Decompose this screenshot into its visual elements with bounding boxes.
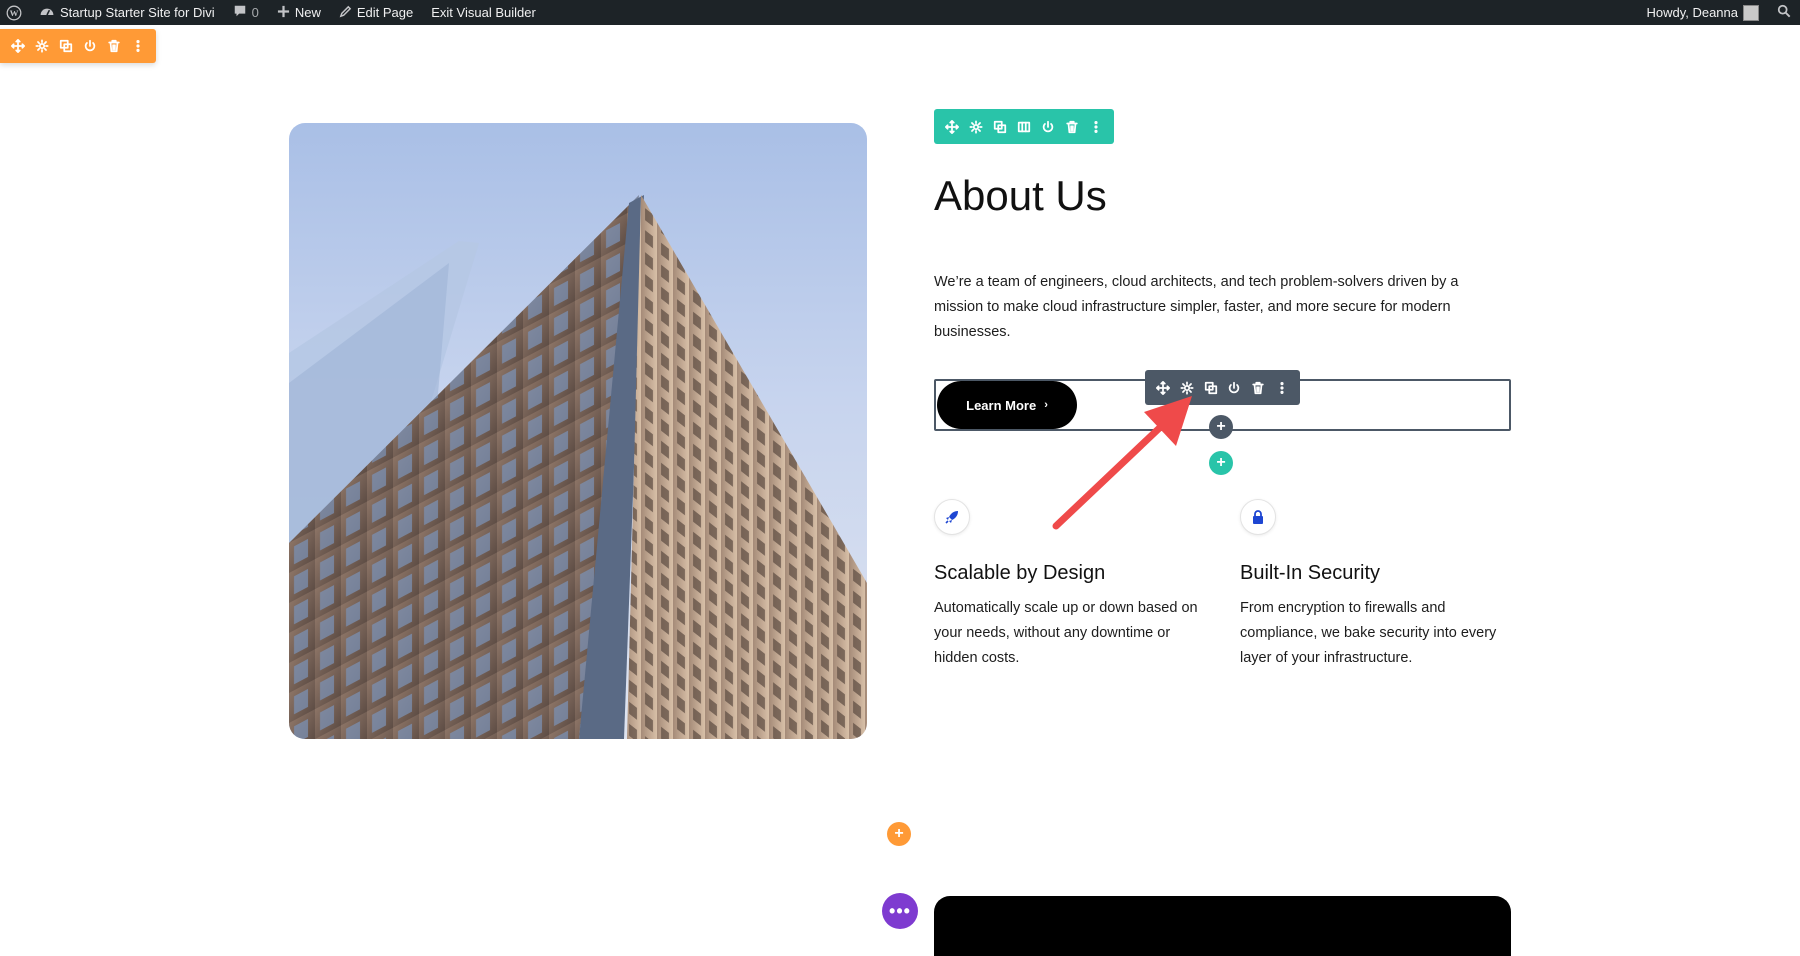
gear-icon[interactable] [967,118,985,136]
admin-bar-left: W Startup Starter Site for Divi 0 New Ed… [0,0,545,25]
avatar [1743,4,1759,21]
site-name-menu[interactable]: Startup Starter Site for Divi [30,0,224,25]
next-section-block [934,896,1511,956]
feature-text-security: From encryption to firewalls and complia… [1240,600,1497,666]
feature-title-security: Built-In Security [1240,562,1381,584]
greeting-label: Howdy, Deanna [1646,5,1738,20]
gear-icon[interactable] [33,37,51,55]
admin-search-button[interactable] [1768,0,1800,25]
edit-page-link[interactable]: Edit Page [330,0,422,25]
admin-bar: W Startup Starter Site for Divi 0 New Ed… [0,0,1800,25]
wordpress-logo-icon[interactable]: W [0,0,30,25]
duplicate-icon[interactable] [991,118,1009,136]
feature-title-scalable: Scalable by Design [934,562,1106,584]
lock-icon [1240,499,1276,535]
more-options-icon[interactable] [129,37,147,55]
new-label: New [294,5,321,20]
more-options-icon[interactable] [1087,118,1105,136]
learn-more-label: Learn More [966,397,1037,413]
pencil-icon [339,5,352,21]
power-icon[interactable] [1039,118,1057,136]
section-toolbar [0,29,156,63]
builder-settings-button[interactable]: ••• [882,893,918,929]
page-title: About Us [934,172,1107,219]
exit-visual-builder-link[interactable]: Exit Visual Builder [422,0,545,25]
power-icon[interactable] [81,37,99,55]
trash-icon[interactable] [1063,118,1081,136]
comments-menu[interactable]: 0 [224,0,268,25]
add-row-button[interactable]: + [1209,451,1233,475]
duplicate-icon[interactable] [1202,379,1220,397]
comment-bubble-icon [233,4,247,21]
trash-icon[interactable] [1249,379,1267,397]
admin-bar-right: Howdy, Deanna [1637,0,1800,25]
move-icon[interactable] [9,37,27,55]
plus-icon [277,5,290,21]
edit-page-label: Edit Page [356,5,414,20]
columns-icon[interactable] [1015,118,1033,136]
about-description: We’re a team of engineers, cloud archite… [934,274,1459,340]
trash-icon[interactable] [105,37,123,55]
search-icon [1777,4,1791,21]
exit-builder-label: Exit Visual Builder [431,5,536,20]
feature-text-scalable: Automatically scale up or down based on … [934,600,1198,666]
move-icon[interactable] [943,118,961,136]
building-image [289,123,867,739]
new-content-menu[interactable]: New [268,0,330,25]
more-options-icon[interactable] [1273,379,1291,397]
rocket-icon [934,499,970,535]
account-menu[interactable]: Howdy, Deanna [1637,0,1768,25]
svg-text:W: W [10,8,19,18]
dashboard-icon [39,4,55,21]
add-module-button[interactable]: + [1209,415,1233,439]
duplicate-icon[interactable] [57,37,75,55]
row-toolbar [934,109,1114,144]
site-name-label: Startup Starter Site for Divi [60,5,215,20]
annotation-arrow-icon [1052,396,1192,530]
comments-count: 0 [251,5,259,20]
power-icon[interactable] [1225,379,1243,397]
add-section-button[interactable]: + [887,822,911,846]
